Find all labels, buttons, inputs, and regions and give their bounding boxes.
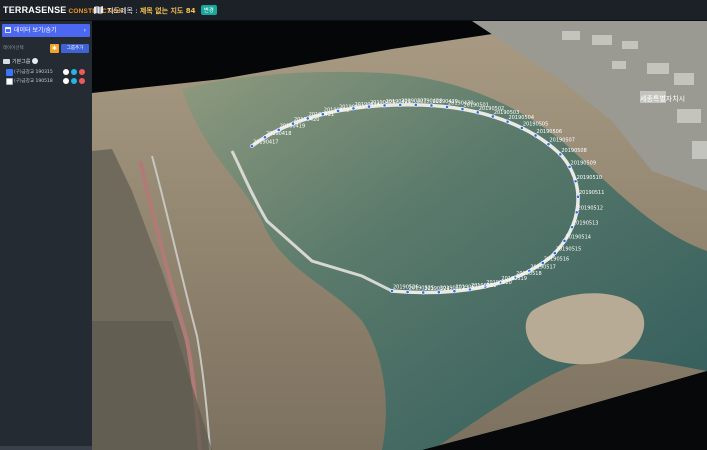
ring-marker-label: 20190513 [573, 221, 598, 227]
map-3d-scene[interactable]: 2019041720190418201904192019042020190421… [92, 21, 707, 450]
ring-marker-label: 20190509 [571, 160, 596, 166]
ring-marker-label: 20190512 [578, 206, 603, 212]
ring-marker-label: 20190526 [393, 285, 418, 291]
info-icon[interactable] [71, 69, 77, 75]
layer-toolbar: 레이어선택 ✱ 그룹추가 [3, 44, 89, 53]
delete-icon[interactable] [79, 69, 85, 75]
ring-marker-label: 20190507 [549, 138, 574, 144]
map-title-value: 제목 없는 지도 84 [139, 7, 196, 15]
eye-icon [5, 27, 11, 33]
check-circle-icon [32, 58, 39, 64]
edit-icon[interactable] [63, 78, 69, 84]
ring-marker-label: 20190511 [579, 190, 604, 196]
ring-marker-label: 20190517 [530, 264, 555, 270]
info-icon[interactable] [71, 78, 77, 84]
ring-marker-label: 20190504 [509, 115, 534, 121]
ring-marker-label: 20190417 [253, 140, 278, 146]
ring-marker-label: 20190515 [556, 247, 581, 253]
place-label: 세종특별자치시 [640, 94, 685, 103]
map-title: 지도제목 : 제목 없는 지도 84 변경 [94, 5, 217, 16]
sidebar-footer [0, 446, 92, 450]
data-view-toggle-button[interactable]: 데이터 보기/숨기 › [2, 24, 90, 37]
data-view-label: 데이터 보기/숨기 [14, 27, 57, 34]
layer-checkbox[interactable] [6, 69, 13, 76]
ring-marker-label: 20190506 [537, 129, 562, 135]
ring-marker-label: 20190514 [566, 234, 591, 240]
ring-marker-label: 20190510 [577, 175, 602, 181]
change-title-button[interactable]: 변경 [200, 5, 217, 15]
map-viewport[interactable]: 2019041720190418201904192019042020190421… [92, 21, 707, 450]
layer-select-label: 레이어선택 [3, 46, 24, 51]
layer-item[interactable]: (구)금강교 190315 [6, 68, 92, 76]
group-name: 기본그룹 [12, 59, 31, 65]
edit-icon[interactable] [63, 69, 69, 75]
map-icon [94, 6, 103, 14]
group-folder[interactable]: 기본그룹 [3, 58, 39, 65]
layer-checkbox[interactable] [6, 78, 13, 85]
ring-marker-label: 20190505 [523, 121, 548, 127]
sidebar: 데이터 보기/숨기 › 레이어선택 ✱ 그룹추가 기본그룹 (구)금강교 190… [0, 21, 92, 450]
layer-item[interactable]: (구)금강교 190518 [6, 77, 92, 85]
add-group-button[interactable]: 그룹추가 [61, 44, 89, 53]
chevron-right-icon: › [83, 27, 86, 34]
settings-icon: ✱ [51, 45, 58, 52]
layer-label: (구)금강교 190518 [14, 79, 53, 84]
settings-button[interactable]: ✱ [50, 44, 59, 53]
brand-name: TERRASENSE [3, 5, 67, 15]
layer-label: (구)금강교 190315 [14, 70, 53, 75]
map-title-label: 지도제목 : [107, 7, 138, 15]
ring-marker-label: 20190508 [561, 148, 586, 154]
top-bar: TERRASENSECONSTRUCTION 지도제목 : 제목 없는 지도 8… [0, 0, 707, 21]
folder-icon [3, 58, 10, 64]
delete-icon[interactable] [79, 78, 85, 84]
ring-marker-label: 20190516 [544, 256, 569, 262]
